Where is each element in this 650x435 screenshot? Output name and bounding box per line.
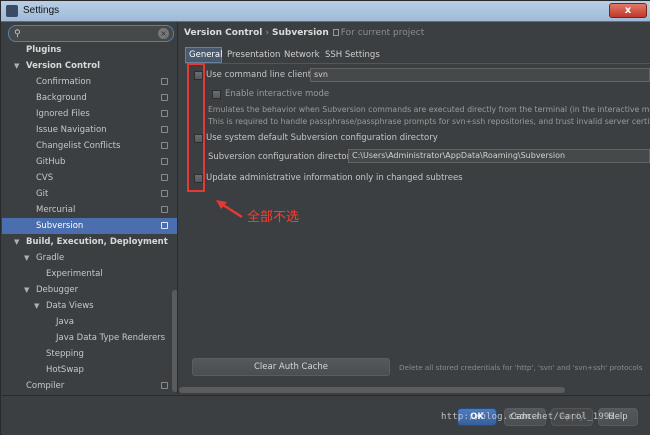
project-scope-icon (161, 94, 168, 101)
breadcrumb: Version Control › Subversion For current pr… (184, 28, 424, 38)
expand-arrow-icon[interactable]: ▼ (34, 298, 39, 314)
project-scope-icon (161, 158, 168, 165)
sidebar-item-label: Subversion (36, 221, 84, 231)
clear-auth-cache-button[interactable]: Clear Auth Cache (192, 358, 390, 376)
expand-arrow-icon[interactable]: ▼ (24, 282, 29, 298)
settings-window: Settings x ⚲ × Plugins ▼ Version Control Co… (0, 0, 650, 435)
close-button[interactable]: x (609, 3, 647, 18)
content-scrollbar[interactable] (179, 387, 565, 393)
annotation-arrow-icon (216, 200, 243, 219)
sidebar-item-changelist-conflicts[interactable]: Changelist Conflicts (2, 138, 177, 154)
sidebar-item-hotswap[interactable]: HotSwap (2, 362, 177, 378)
sidebar-item-ignored-files[interactable]: Ignored Files (2, 106, 177, 122)
sidebar-item-label: CVS (36, 173, 54, 183)
sidebar-item-background[interactable]: Background (2, 90, 177, 106)
sidebar-item-label: Compiler (26, 381, 65, 391)
sidebar-item-label: Build, Execution, Deployment (26, 237, 168, 247)
sidebar-item-label: Ignored Files (36, 109, 90, 119)
tab-ssh-settings[interactable]: SSH Settings (321, 47, 384, 63)
sidebar-item-label: Gradle (36, 253, 65, 263)
project-scope-icon (161, 142, 168, 149)
command-line-client-field[interactable]: svn (310, 68, 650, 82)
sidebar-scrollbar[interactable] (172, 290, 177, 392)
search-icon: ⚲ (14, 29, 21, 39)
sidebar-item-label: Git (36, 189, 49, 199)
use-system-default-config-label: Use system default Subversion configurat… (206, 133, 438, 143)
sidebar-item-label: Data Views (46, 301, 94, 311)
sidebar-item-git[interactable]: Git (2, 186, 177, 202)
sidebar-item-data-views[interactable]: ▼ Data Views (2, 298, 177, 314)
project-scope-icon (161, 206, 168, 213)
project-scope-icon (161, 382, 168, 389)
sidebar-item-label: Java Data Type Renderers (56, 333, 166, 343)
clear-auth-cache-hint: Delete all stored credentials for 'http'… (399, 363, 643, 372)
sidebar-item-compiler[interactable]: Compiler (2, 378, 177, 394)
expand-arrow-icon[interactable]: ▼ (14, 234, 19, 250)
sidebar-item-confirmation[interactable]: Confirmation (2, 74, 177, 90)
sidebar-item-label: Plugins (26, 45, 62, 55)
sidebar-item-label: Version Control (26, 61, 101, 71)
project-scope-icon (161, 78, 168, 85)
title-bar: Settings x (1, 1, 650, 22)
project-scope-icon (332, 29, 339, 36)
settings-sidebar: ⚲ × Plugins ▼ Version Control Confirmation B… (2, 22, 178, 394)
project-scope-icon (161, 110, 168, 117)
interactive-description-line-2: This is required to handle passphrase/pa… (208, 117, 650, 126)
project-scope-icon (161, 222, 168, 229)
window-title: Settings (23, 5, 60, 16)
sidebar-item-cvs[interactable]: CVS (2, 170, 177, 186)
enable-interactive-mode-checkbox[interactable] (212, 90, 221, 99)
sidebar-item-label: Background (36, 93, 87, 103)
sidebar-item-mercurial[interactable]: Mercurial (2, 202, 177, 218)
sidebar-item-subversion[interactable]: Subversion (2, 218, 177, 234)
search-input[interactable]: ⚲ × (8, 25, 174, 42)
breadcrumb-parent[interactable]: Version Control (184, 28, 262, 38)
sidebar-item-java[interactable]: Java (2, 314, 177, 330)
tab-presentation[interactable]: Presentation (223, 47, 284, 63)
sidebar-item-label: Confirmation (36, 77, 91, 87)
project-scope-icon (161, 190, 168, 197)
sidebar-item-issue-navigation[interactable]: Issue Navigation (2, 122, 177, 138)
sidebar-item-build-execution-deployment[interactable]: ▼ Build, Execution, Deployment (2, 234, 177, 250)
breadcrumb-separator: › (265, 28, 269, 38)
use-command-line-client-label: Use command line client: (206, 70, 314, 80)
sidebar-item-label: GitHub (36, 157, 66, 167)
sidebar-item-label: Debugger (36, 285, 79, 295)
sidebar-item-label: HotSwap (46, 365, 84, 375)
clear-search-icon[interactable]: × (158, 28, 169, 39)
sidebar-item-gradle[interactable]: ▼ Gradle (2, 250, 177, 266)
sidebar-item-label: Issue Navigation (36, 125, 107, 135)
sidebar-item-stepping[interactable]: Stepping (2, 346, 177, 362)
annotation-text: 全部不选 (247, 210, 300, 225)
tab-general[interactable]: General (185, 47, 223, 63)
watermark-text: http://blog.csdn.net/Carol_1992 (441, 412, 616, 422)
sidebar-item-github[interactable]: GitHub (2, 154, 177, 170)
config-directory-field[interactable]: C:\Users\Administrator\AppData\Roaming\S… (348, 149, 650, 163)
interactive-description-line-1: Emulates the behavior when Subversion co… (208, 105, 650, 114)
sidebar-item-label: Java (56, 317, 74, 327)
sidebar-item-java-data-type-renderers[interactable]: Java Data Type Renderers (2, 330, 177, 346)
sidebar-item-label: Changelist Conflicts (36, 141, 121, 151)
sidebar-item-label: Stepping (46, 349, 84, 359)
sidebar-item-label: Experimental (46, 269, 103, 279)
sidebar-item-experimental[interactable]: Experimental (2, 266, 177, 282)
project-scope-icon (161, 126, 168, 133)
tab-network[interactable]: Network (280, 47, 324, 63)
expand-arrow-icon[interactable]: ▼ (24, 250, 29, 266)
app-icon (6, 5, 18, 17)
sidebar-item-label: Mercurial (36, 205, 76, 215)
breadcrumb-note: For current project (340, 28, 425, 38)
expand-arrow-icon[interactable]: ▼ (14, 58, 19, 74)
project-scope-icon (161, 174, 168, 181)
sidebar-item-debugger[interactable]: ▼ Debugger (2, 282, 177, 298)
sidebar-item-version-control[interactable]: ▼ Version Control (2, 58, 177, 74)
update-admin-info-label: Update administrative information only i… (206, 173, 463, 183)
breadcrumb-current: Subversion (272, 28, 329, 38)
annotation-highlight-box (187, 63, 205, 192)
enable-interactive-mode-label: Enable interactive mode (225, 89, 330, 99)
config-directory-label: Subversion configuration directory: (208, 152, 358, 162)
sidebar-item-plugins[interactable]: Plugins (2, 42, 177, 58)
